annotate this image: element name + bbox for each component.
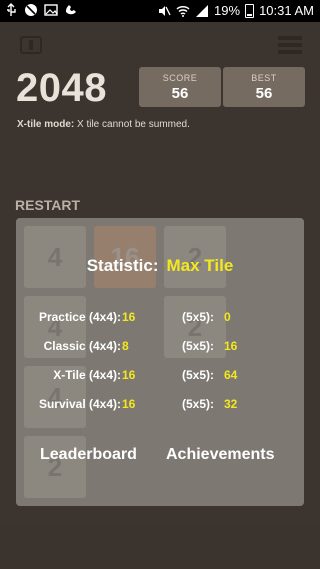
- signal-icon: [195, 4, 209, 18]
- stat-row: Practice (4x4): 16 (5x5): 0: [16, 310, 304, 328]
- statistics-overlay: Statistic: Max Tile Practice (4x4): 16 (5…: [16, 218, 304, 506]
- game-screen: 2048 SCORE 56 BEST 56 X-tile mode: X til…: [0, 22, 320, 569]
- stat-row: X-Tile (4x4): 16 (5x5): 64: [16, 368, 304, 386]
- game-title: 2048: [16, 66, 107, 110]
- score-label: SCORE: [162, 73, 198, 83]
- stat-mode-label: Classic (4x4):: [43, 339, 121, 353]
- stat-value-4x4: 16: [122, 310, 136, 324]
- usb-icon: [4, 3, 18, 17]
- stat-value-5x5: 32: [224, 397, 238, 411]
- mode-label: X-tile mode:: [17, 119, 75, 130]
- stat-mode-label: X-Tile (4x4):: [53, 368, 121, 382]
- missed-call-icon: [64, 3, 78, 17]
- stat-size-label: (5x5):: [182, 368, 215, 382]
- stat-mode-label: Practice (4x4):: [38, 310, 121, 324]
- stat-value-4x4: 16: [122, 368, 136, 382]
- stat-size-label: (5x5):: [182, 310, 215, 324]
- statistic-label: Statistic:: [86, 256, 159, 275]
- score-box: SCORE 56: [139, 67, 221, 107]
- stat-value-5x5: 0: [224, 310, 231, 324]
- clock: 10:31 AM: [259, 3, 314, 18]
- bottom-area: [0, 526, 320, 569]
- restart-button[interactable]: RESTART: [15, 197, 80, 213]
- stat-size-label: (5x5):: [182, 339, 215, 353]
- mute-icon: [157, 4, 171, 18]
- leaderboard-button[interactable]: Leaderboard: [40, 446, 137, 464]
- info-icon[interactable]: [20, 36, 42, 54]
- stat-size-label: (5x5):: [182, 397, 215, 411]
- battery-percent: 19%: [214, 3, 241, 18]
- achievements-button[interactable]: Achievements: [166, 446, 275, 464]
- best-value: 56: [255, 85, 273, 102]
- best-box: BEST 56: [223, 67, 305, 107]
- score-value: 56: [171, 85, 189, 102]
- battery-icon: [245, 3, 255, 18]
- statistic-value[interactable]: Max Tile: [167, 256, 234, 275]
- stat-mode-label: Survival (4x4):: [38, 397, 121, 411]
- menu-icon[interactable]: [278, 36, 302, 54]
- stat-value-5x5: 64: [224, 368, 238, 382]
- wifi-icon: [176, 4, 190, 18]
- stat-value-4x4: 8: [122, 339, 129, 353]
- sync-disabled-icon: [24, 3, 38, 17]
- status-bar: 19% 10:31 AM: [0, 0, 320, 22]
- mode-text: X tile cannot be summed.: [77, 119, 190, 130]
- image-icon: [44, 3, 58, 17]
- stat-row: Survival (4x4): 16 (5x5): 32: [16, 397, 304, 415]
- best-label: BEST: [251, 73, 277, 83]
- stat-value-4x4: 16: [122, 397, 136, 411]
- statistic-header: Statistic: Max Tile: [16, 256, 304, 276]
- mode-description: X-tile mode: X tile cannot be summed.: [17, 119, 190, 130]
- stat-value-5x5: 16: [224, 339, 238, 353]
- stat-row: Classic (4x4): 8 (5x5): 16: [16, 339, 304, 357]
